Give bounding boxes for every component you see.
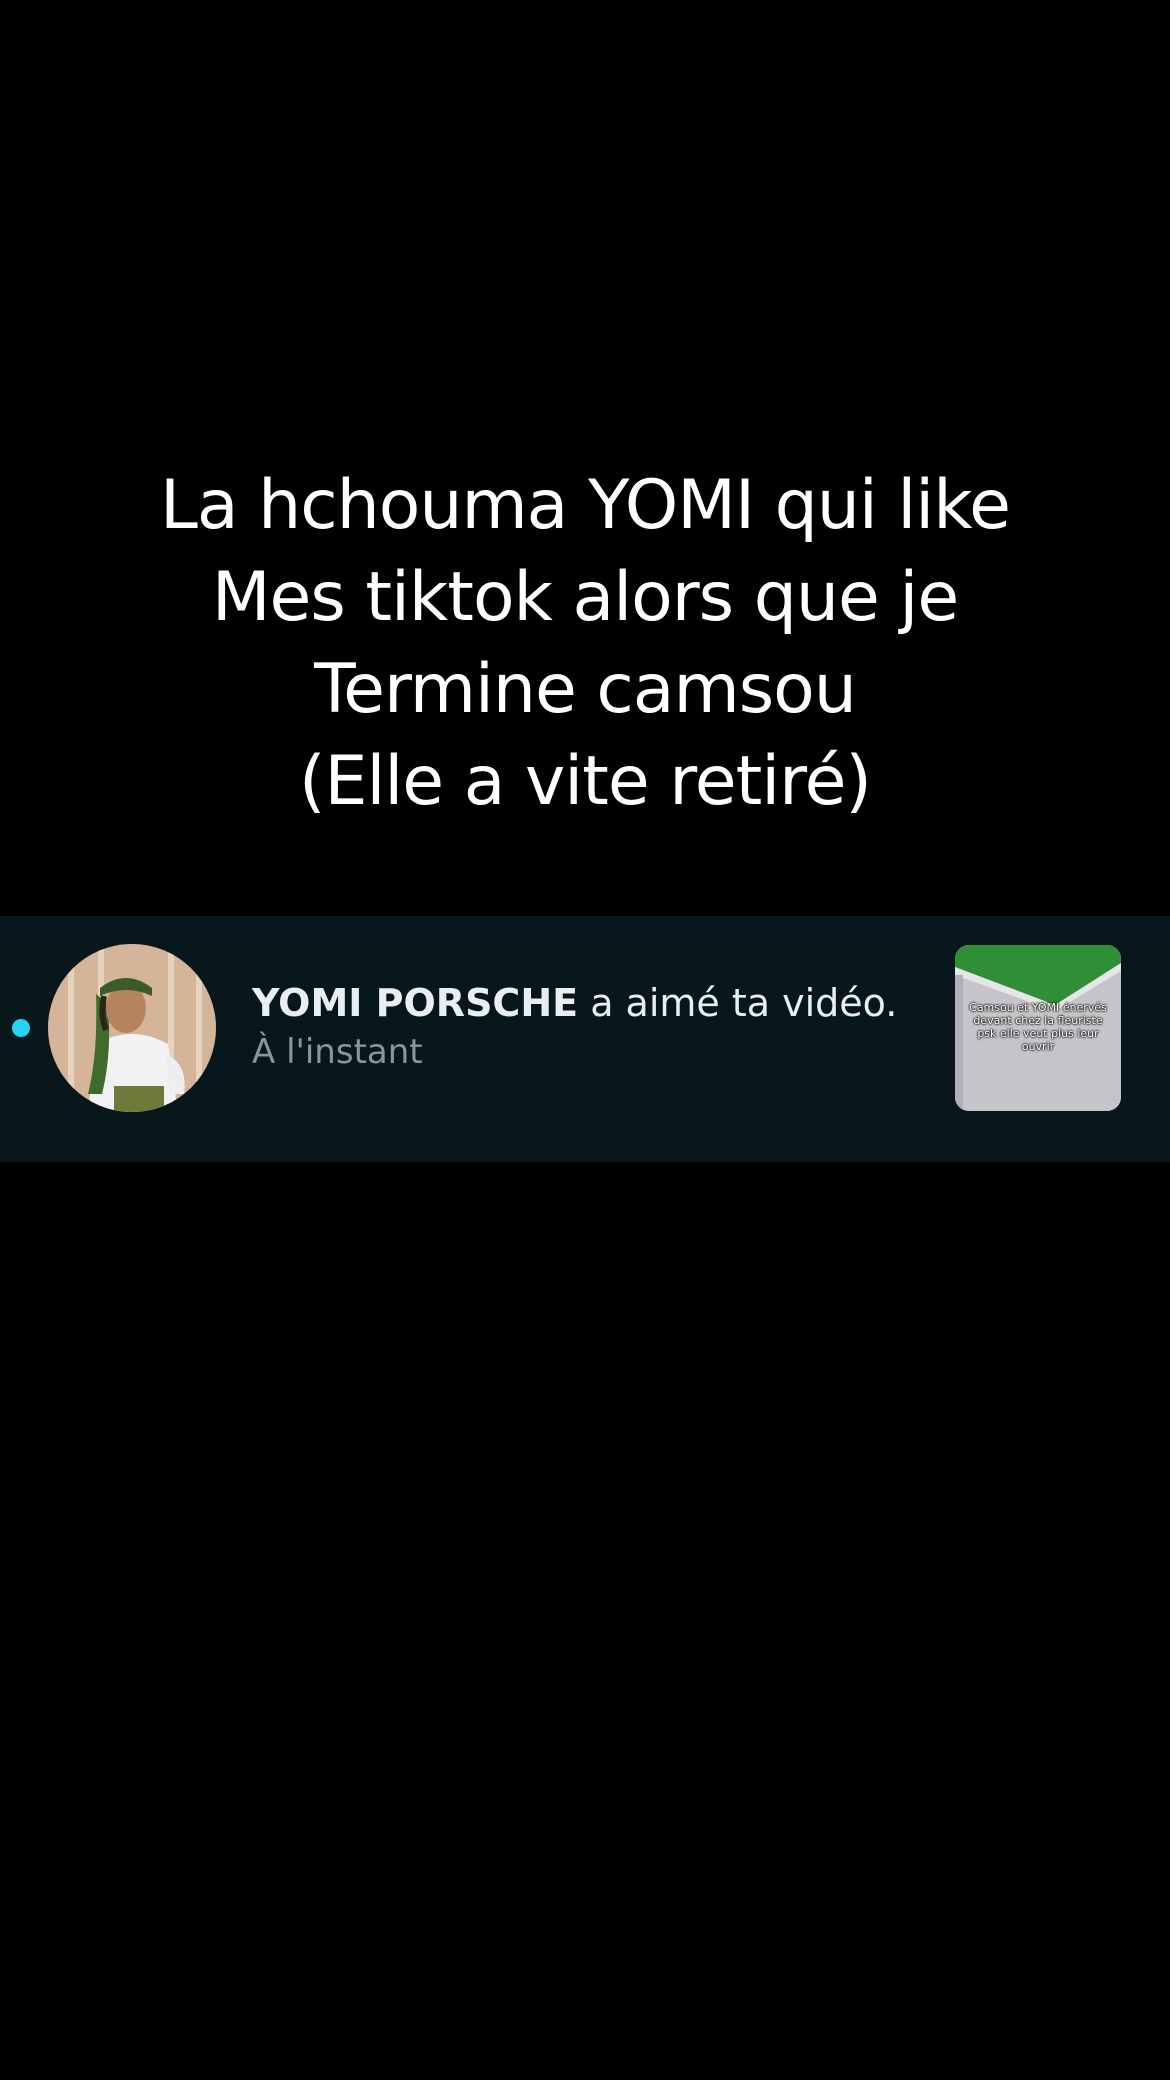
unread-indicator-dot [12, 1019, 30, 1037]
video-thumbnail[interactable]: Camsou et YOMI énervés devant chez la fl… [955, 945, 1121, 1111]
thumbnail-caption: Camsou et YOMI énervés devant chez la fl… [969, 1001, 1107, 1053]
caption-line-1: La hchouma YOMI qui like [159, 466, 1011, 545]
video-caption: La hchouma YOMI qui like Mes tiktok alor… [0, 460, 1170, 828]
profile-photo-icon [48, 944, 216, 1112]
notification-message: YOMI PORSCHE a aimé ta vidéo. [252, 978, 932, 1028]
user-avatar[interactable] [48, 944, 216, 1112]
notification-text[interactable]: YOMI PORSCHE a aimé ta vidéo. À l'instan… [252, 978, 932, 1074]
caption-line-4: (Elle a vite retiré) [299, 742, 872, 821]
notification-action: a aimé ta vidéo. [590, 981, 898, 1025]
caption-line-2: Mes tiktok alors que je [211, 558, 959, 637]
caption-line-3: Termine camsou [314, 650, 857, 729]
notification-time: À l'instant [252, 1032, 423, 1072]
username-link[interactable]: YOMI PORSCHE [252, 981, 578, 1025]
